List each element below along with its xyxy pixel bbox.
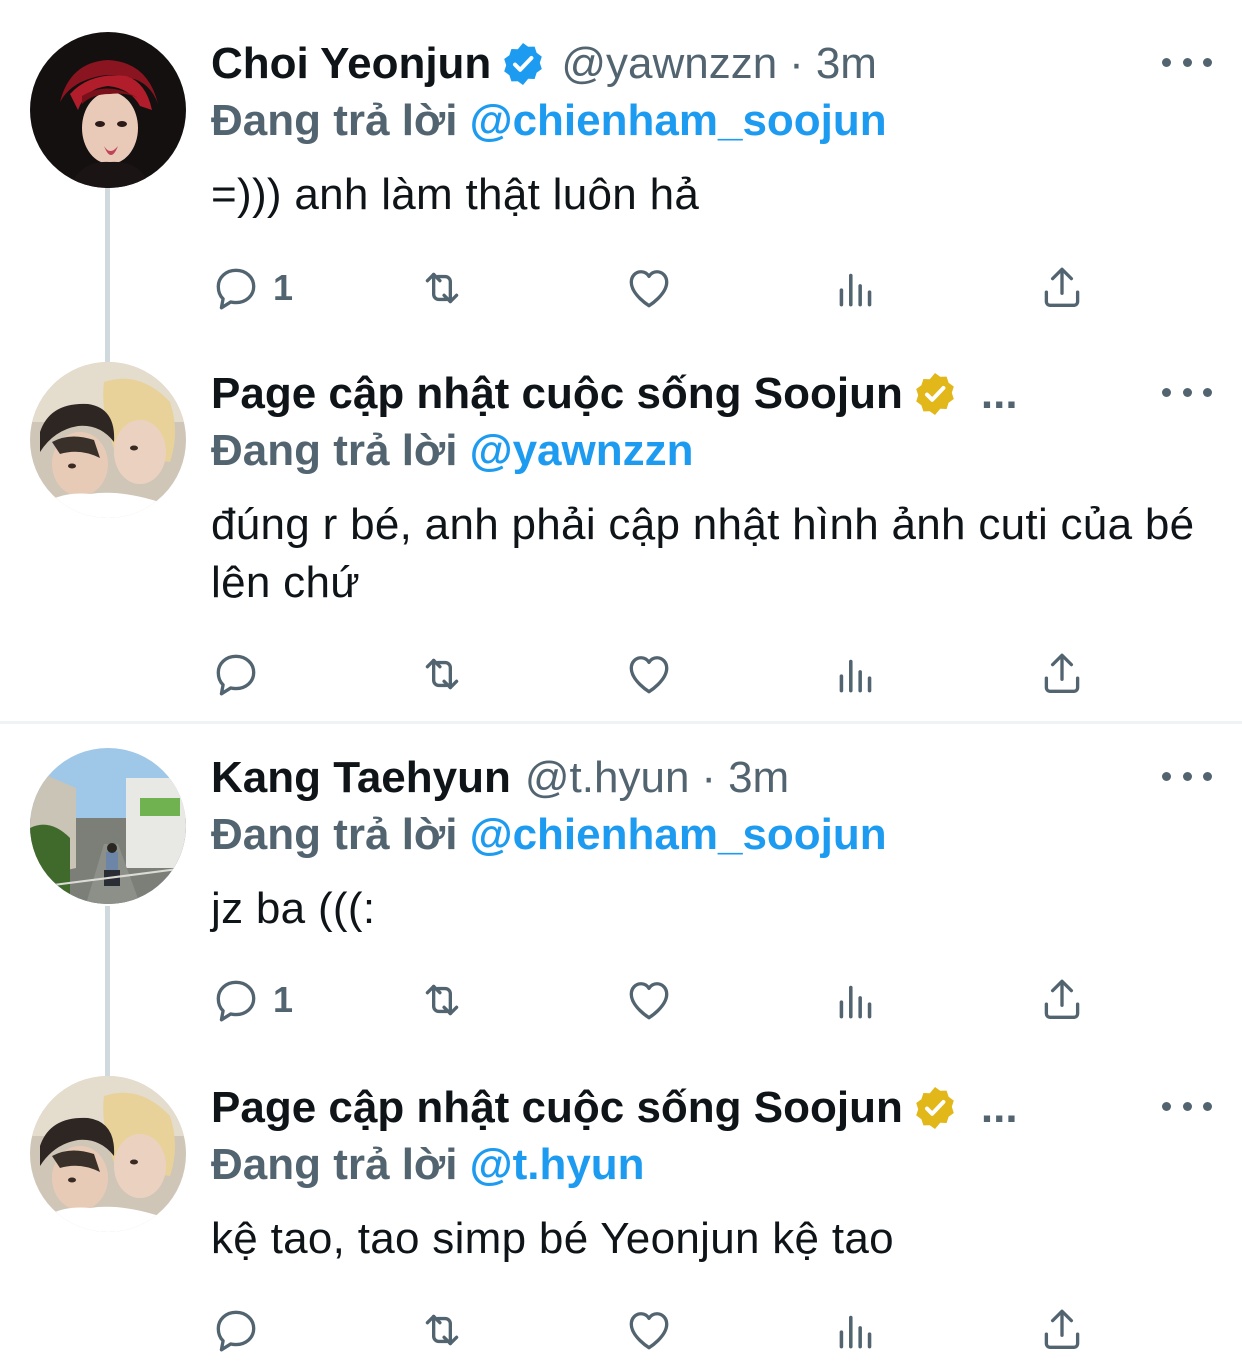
gold-check-icon [911,1084,959,1132]
replying-prefix: Đang trả lời [211,810,458,859]
mention-link[interactable]: @chienham_soojun [470,810,887,859]
replying-to: Đang trả lời @yawnzzn [211,422,694,480]
views-button[interactable] [831,1300,881,1360]
mention-link[interactable]: @chienham_soojun [470,96,887,145]
share-button[interactable] [1037,1300,1087,1360]
retweet-icon [417,975,467,1025]
like-button[interactable] [624,970,674,1030]
tweet-text: =))) anh làm thật luôn hả [211,170,700,219]
share-icon [1037,263,1087,313]
views-icon [831,975,881,1025]
handle[interactable]: @yawnzzn [561,34,777,94]
replying-prefix: Đang trả lời [211,426,458,475]
timestamp[interactable]: 3m [728,748,789,808]
retweet-icon [417,263,467,313]
separator: · [789,39,804,88]
avatar[interactable] [30,748,186,904]
tweet[interactable]: Choi Yeonjun @yawnzzn · 3m Đang trả lời … [0,0,1242,340]
display-name[interactable]: Choi Yeonjun [211,34,491,94]
like-button[interactable] [624,644,674,704]
display-name[interactable]: Page cập nhật cuộc sống Soojun [211,1078,903,1138]
truncation: ... [980,369,1018,418]
share-button[interactable] [1037,258,1087,318]
heart-icon [624,263,674,313]
replying-prefix: Đang trả lời [211,96,458,145]
action-bar: 1 [211,258,1111,318]
tweet-text: đúng r bé, anh phải cập nhật hình ảnh cu… [211,500,1195,607]
retweet-icon [417,649,467,699]
reply-icon [211,263,261,313]
share-icon [1037,649,1087,699]
tweet-text: kệ tao, tao simp bé Yeonjun kệ tao [211,1214,894,1263]
more-options-icon[interactable] [1162,756,1212,796]
tweet[interactable]: Page cập nhật cuộc sống Soojun ... Đang … [0,340,1242,722]
reply-button[interactable] [211,644,273,704]
display-name[interactable]: Page cập nhật cuộc sống Soojun [211,364,903,424]
share-button[interactable] [1037,644,1087,704]
views-icon [831,263,881,313]
action-bar: 1 [211,970,1111,1030]
replying-prefix: Đang trả lời [211,1140,458,1189]
more-options-icon[interactable] [1162,372,1212,412]
separator: · [701,753,717,802]
reply-count: 1 [273,267,294,308]
retweet-button[interactable] [417,644,467,704]
gold-check-icon [911,370,959,418]
reply-button[interactable]: 1 [211,258,293,318]
reply-button[interactable]: 1 [211,970,293,1030]
avatar[interactable] [30,32,186,188]
tweet-text: jz ba (((: [211,884,376,933]
views-icon [831,649,881,699]
mention-link[interactable]: @yawnzzn [470,426,694,475]
avatar[interactable] [30,362,186,518]
replying-to: Đang trả lời @chienham_soojun [211,806,887,864]
action-bar [211,1300,1111,1360]
like-button[interactable] [624,1300,674,1360]
avatar[interactable] [30,1076,186,1232]
display-name[interactable]: Kang Taehyun [211,748,511,808]
reply-icon [211,1305,261,1355]
mention-link[interactable]: @t.hyun [470,1140,645,1189]
truncation: ... [980,1083,1018,1132]
heart-icon [624,975,674,1025]
share-icon [1037,1305,1087,1355]
blue-check-icon [499,40,547,88]
replying-to: Đang trả lời @t.hyun [211,1136,645,1194]
retweet-button[interactable] [417,258,467,318]
tweet[interactable]: Kang Taehyun @t.hyun · 3m Đang trả lời @… [0,724,1242,1050]
more-options-icon[interactable] [1162,42,1212,82]
views-icon [831,1305,881,1355]
like-button[interactable] [624,258,674,318]
reply-count: 1 [273,979,294,1020]
timestamp[interactable]: 3m [816,34,877,94]
views-button[interactable] [831,970,881,1030]
views-button[interactable] [831,644,881,704]
more-options-icon[interactable] [1162,1086,1212,1126]
tweet-header: Page cập nhật cuộc sống Soojun ... [211,364,1018,424]
reply-icon [211,975,261,1025]
tweet-header: Page cập nhật cuộc sống Soojun ... [211,1078,1018,1138]
retweet-icon [417,1305,467,1355]
retweet-button[interactable] [417,970,467,1030]
replying-to: Đang trả lời @chienham_soojun [211,92,887,150]
tweet-header: Kang Taehyun @t.hyun · 3m [211,748,789,808]
action-bar [211,644,1111,704]
handle[interactable]: @t.hyun [525,748,690,808]
share-icon [1037,975,1087,1025]
heart-icon [624,1305,674,1355]
tweet-header: Choi Yeonjun @yawnzzn · 3m [211,34,877,94]
tweet[interactable]: Page cập nhật cuộc sống Soojun ... Đang … [0,1052,1242,1369]
reply-button[interactable] [211,1300,273,1360]
views-button[interactable] [831,258,881,318]
share-button[interactable] [1037,970,1087,1030]
retweet-button[interactable] [417,1300,467,1360]
reply-icon [211,649,261,699]
heart-icon [624,649,674,699]
